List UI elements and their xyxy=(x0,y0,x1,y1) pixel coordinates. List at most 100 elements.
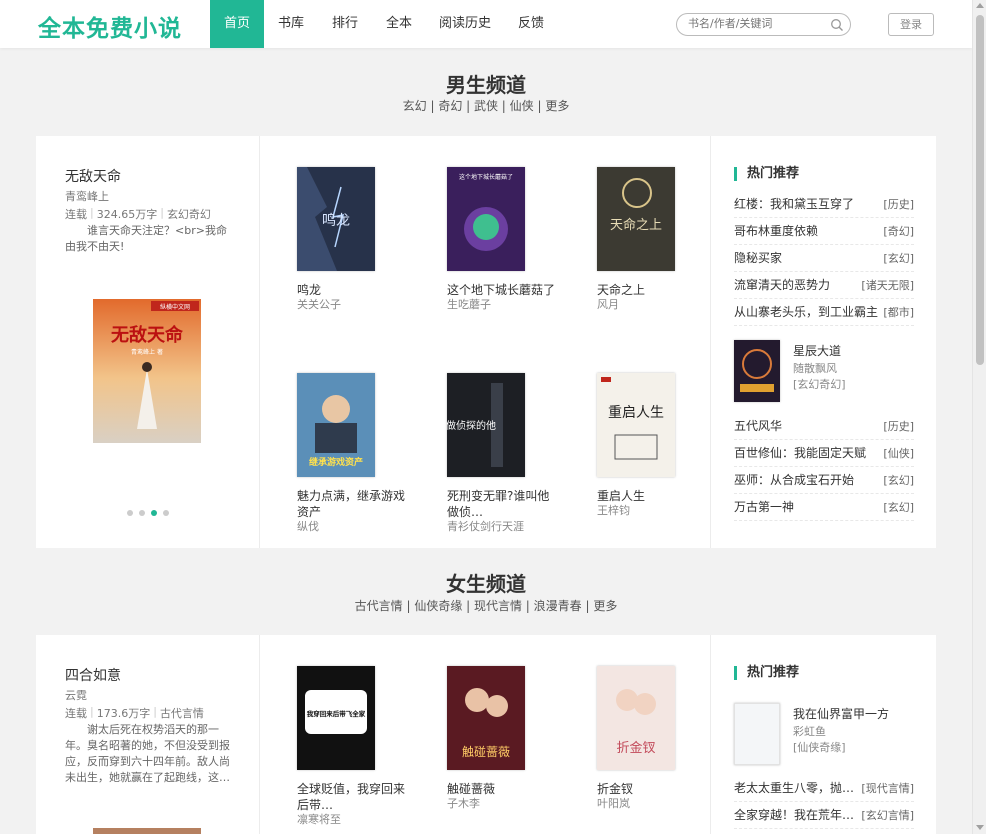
book-cover[interactable]: 重启人生 xyxy=(597,373,675,477)
book-card[interactable]: 天命之上 天命之上 风月 xyxy=(597,167,707,312)
book-card[interactable]: 继承游戏资产 魅力点满，继承游戏资产 纵伐 xyxy=(297,373,407,534)
hot-item-title[interactable]: 老太太重生八零，抛… xyxy=(734,775,854,802)
male-channel-categories[interactable]: 玄幻 | 奇幻 | 武侠 | 仙侠 | 更多 xyxy=(0,97,972,114)
book-title[interactable]: 全球贬值，我穿回来后带… xyxy=(297,781,407,813)
carousel-dot-active[interactable] xyxy=(151,510,157,516)
nav-home[interactable]: 首页 xyxy=(210,0,264,48)
male-channel-panel: 无敌天命 青鸾峰上 连载 | 324.65万字 | 玄幻奇幻 谁言天命天注定？<br… xyxy=(36,136,936,548)
hot-featured-book[interactable]: 我在仙界富甲一方 彩虹鱼 [仙侠奇缘] xyxy=(734,703,914,771)
hot-item[interactable]: 五代风华 [历史] xyxy=(734,413,914,440)
book-card[interactable]: 鸣龙 鸣龙 关关公子 xyxy=(297,167,407,312)
book-cover[interactable]: 我穿回来后带飞全家 xyxy=(297,666,375,770)
female-channel-panel: 四合如意 云霓 连载 | 173.6万字 | 古代言情 谢太后死在权势滔天的那一年。… xyxy=(36,635,936,834)
book-title[interactable]: 天命之上 xyxy=(597,282,707,298)
carousel-dot[interactable] xyxy=(163,510,169,516)
book-title[interactable]: 重启人生 xyxy=(597,488,707,504)
hot-item[interactable]: 万古第一神 [玄幻] xyxy=(734,494,914,521)
hot-item[interactable]: 老太太重生八零，抛… [现代言情] xyxy=(734,775,914,802)
book-cover[interactable]: 做侦探的他 xyxy=(446,373,525,477)
hot-featured-title[interactable]: 我在仙界富甲一方 xyxy=(793,705,889,722)
cover-title: 无敌天命 xyxy=(111,324,184,346)
nav-library[interactable]: 书库 xyxy=(264,0,318,48)
hot-item[interactable]: 哥布林重度依赖 [奇幻] xyxy=(734,218,914,245)
featured-book-title[interactable]: 四合如意 xyxy=(65,665,121,685)
site-logo[interactable]: 全本免费小说 xyxy=(38,9,182,43)
nav-complete[interactable]: 全本 xyxy=(372,0,426,48)
hot-item[interactable]: 流窜清天的恶势力 [诸天无限] xyxy=(734,272,914,299)
hot-recommend-heading: 热门推荐 xyxy=(734,167,799,181)
book-author: 青衫仗剑行天涯 xyxy=(447,520,524,533)
hot-item-title[interactable]: 流窜清天的恶势力 xyxy=(734,272,830,299)
book-cover[interactable]: 鸣龙 xyxy=(297,167,375,271)
hot-item-title[interactable]: 隐秘买家 xyxy=(734,245,782,272)
hot-item-category: [都市] xyxy=(883,306,914,319)
hot-featured-category: [仙侠奇缘] xyxy=(793,741,846,754)
nav-history[interactable]: 阅读历史 xyxy=(426,0,504,48)
scroll-down-arrow-icon[interactable] xyxy=(976,825,984,830)
hot-item-category: [玄幻] xyxy=(883,501,914,514)
cover-title: 触碰蔷薇 xyxy=(462,745,510,759)
hot-item[interactable]: 百世修仙：我能固定天赋 [仙侠] xyxy=(734,440,914,467)
book-card[interactable]: 触碰蔷薇 触碰蔷薇 子木李 xyxy=(447,666,557,811)
book-cover[interactable]: 折金钗 xyxy=(597,666,675,770)
hot-item[interactable]: 隐秘买家 [玄幻] xyxy=(734,245,914,272)
book-cover[interactable]: 这个地下城长蘑菇了 xyxy=(447,167,525,271)
hot-item-title[interactable]: 哥布林重度依赖 xyxy=(734,218,818,245)
book-card[interactable]: 重启人生 重启人生 王梓钧 xyxy=(597,373,707,518)
cover-title: 做侦探的他 xyxy=(447,419,496,432)
login-button[interactable]: 登录 xyxy=(888,13,934,36)
book-card[interactable]: 折金钗 折金钗 叶阳岚 xyxy=(597,666,707,811)
scroll-up-arrow-icon[interactable] xyxy=(976,3,984,8)
hot-featured-book[interactable]: 星辰大道 随散飘风 [玄幻奇幻] xyxy=(734,340,914,408)
female-featured-book[interactable]: 四合如意 云霓 连载 | 173.6万字 | 古代言情 谢太后死在权势滔天的那一年。… xyxy=(36,635,260,834)
book-cover[interactable]: 天命之上 xyxy=(597,167,675,271)
book-cover[interactable] xyxy=(734,703,780,765)
scroll-thumb[interactable] xyxy=(976,15,984,365)
book-title[interactable]: 死刑变无罪?谁叫他做侦… xyxy=(447,488,557,520)
book-cover[interactable]: 触碰蔷薇 xyxy=(447,666,525,770)
featured-book-cover[interactable]: 纵横中文网 无敌天命 青鸾峰上 著 xyxy=(93,299,201,443)
featured-book-meta: 连载 | 173.6万字 | 古代言情 xyxy=(65,705,204,720)
book-author: 子木李 xyxy=(447,797,480,810)
book-cover[interactable] xyxy=(734,340,780,402)
hot-item-title[interactable]: 万古第一神 xyxy=(734,494,794,521)
cover-title: 这个地下城长蘑菇了 xyxy=(459,173,513,181)
female-channel-title[interactable]: 女生频道 xyxy=(0,568,972,597)
page-scrollbar[interactable] xyxy=(972,0,986,834)
hot-item-title[interactable]: 五代风华 xyxy=(734,413,782,440)
book-title[interactable]: 魅力点满，继承游戏资产 xyxy=(297,488,407,520)
hot-featured-title[interactable]: 星辰大道 xyxy=(793,342,841,359)
book-title[interactable]: 触碰蔷薇 xyxy=(447,781,557,797)
hot-item-title[interactable]: 从山寨老头乐，到工业霸主 xyxy=(734,299,878,326)
male-channel-title[interactable]: 男生频道 xyxy=(0,69,972,98)
book-card[interactable]: 做侦探的他 死刑变无罪?谁叫他做侦… 青衫仗剑行天涯 xyxy=(446,373,557,534)
female-channel-categories[interactable]: 古代言情 | 仙侠奇缘 | 现代言情 | 浪漫青春 | 更多 xyxy=(0,597,972,614)
book-title[interactable]: 这个地下城长蘑菇了 xyxy=(447,282,557,298)
search-input[interactable] xyxy=(688,17,828,30)
hot-item-title[interactable]: 巫师：从合成宝石开始 xyxy=(734,467,854,494)
cover-title: 折金钗 xyxy=(616,740,655,756)
male-featured-book[interactable]: 无敌天命 青鸾峰上 连载 | 324.65万字 | 玄幻奇幻 谁言天命天注定？<br… xyxy=(36,136,260,548)
hot-item[interactable]: 全家穿越！我在荒年… [玄幻言情] xyxy=(734,802,914,829)
book-title[interactable]: 鸣龙 xyxy=(297,282,407,298)
hot-item-title[interactable]: 红楼：我和黛玉互穿了 xyxy=(734,191,854,218)
search-icon[interactable] xyxy=(830,18,844,32)
book-title[interactable]: 折金钗 xyxy=(597,781,707,797)
nav-feedback[interactable]: 反馈 xyxy=(504,0,558,48)
hot-item[interactable]: 从山寨老头乐，到工业霸主 [都市] xyxy=(734,299,914,326)
book-card[interactable]: 我穿回来后带飞全家 全球贬值，我穿回来后带… 凛寒将至 xyxy=(297,666,407,827)
hot-item[interactable]: 红楼：我和黛玉互穿了 [历史] xyxy=(734,191,914,218)
hot-item-title[interactable]: 全家穿越！我在荒年… xyxy=(734,802,854,829)
hot-item-title[interactable]: 百世修仙：我能固定天赋 xyxy=(734,440,866,467)
hot-item-category: [玄幻] xyxy=(883,252,914,265)
nav-ranking[interactable]: 排行 xyxy=(318,0,372,48)
featured-book-cover[interactable] xyxy=(93,828,201,834)
carousel-dot[interactable] xyxy=(127,510,133,516)
book-card[interactable]: 这个地下城长蘑菇了 这个地下城长蘑菇了 生吃蘑子 xyxy=(447,167,557,312)
hot-item[interactable]: 巫师：从合成宝石开始 [玄幻] xyxy=(734,467,914,494)
main-nav: 首页 书库 排行 全本 阅读历史 反馈 xyxy=(210,0,558,48)
carousel-dot[interactable] xyxy=(139,510,145,516)
book-cover[interactable]: 继承游戏资产 xyxy=(297,373,375,477)
featured-book-title[interactable]: 无敌天命 xyxy=(65,166,121,186)
female-book-grid: 我穿回来后带飞全家 全球贬值，我穿回来后带… 凛寒将至 触碰蔷薇 触碰蔷薇 子木… xyxy=(260,635,711,834)
